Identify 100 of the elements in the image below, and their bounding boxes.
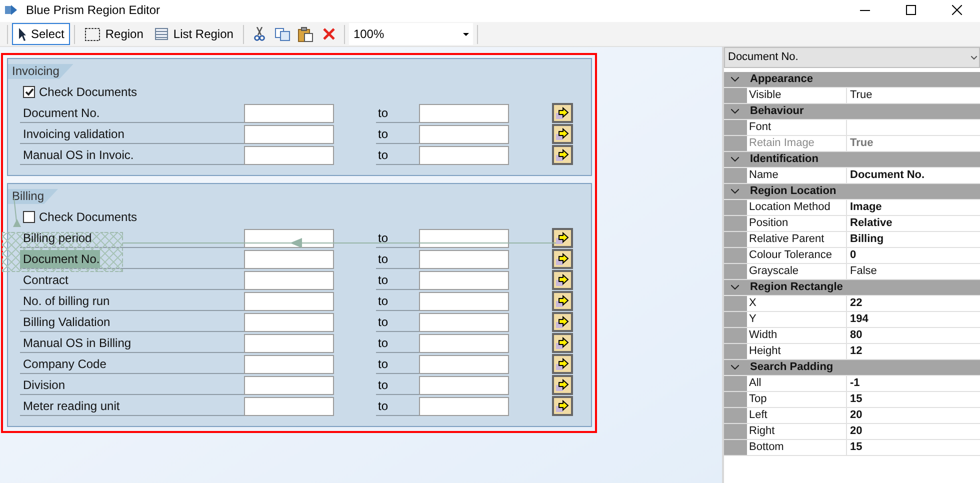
to-input-field[interactable]: [419, 313, 509, 332]
arrow-icon: [556, 252, 569, 266]
row-margin: [724, 424, 747, 439]
property-name: Bottom: [747, 440, 847, 455]
to-input-field[interactable]: [419, 125, 509, 144]
from-input-field[interactable]: [244, 292, 334, 311]
checkbox[interactable]: [23, 211, 35, 223]
multiple-selection-button[interactable]: [552, 145, 573, 165]
row-margin: [724, 408, 747, 423]
zoom-dropdown[interactable]: 100%: [349, 23, 474, 45]
checkbox-label: Check Documents: [39, 84, 138, 101]
object-selector[interactable]: Document No.: [724, 47, 980, 68]
from-input-field[interactable]: [244, 125, 334, 144]
property-value[interactable]: Document No.: [847, 168, 980, 183]
category-row[interactable]: Search Padding: [724, 360, 980, 376]
region-selection[interactable]: [2, 232, 123, 272]
property-value[interactable]: Image: [847, 200, 980, 215]
property-value[interactable]: Billing: [847, 232, 980, 247]
row-margin: [724, 328, 747, 343]
property-value[interactable]: 15: [847, 440, 980, 455]
property-value[interactable]: 20: [847, 408, 980, 423]
property-name: X: [747, 296, 847, 311]
row-margin: [724, 440, 747, 455]
property-value[interactable]: Relative: [847, 216, 980, 231]
maximize-icon[interactable]: [906, 5, 916, 15]
copy-icon: [275, 28, 290, 40]
from-input-field[interactable]: [244, 355, 334, 374]
arrow-icon: [556, 400, 569, 412]
category-row[interactable]: Region Location: [724, 184, 980, 200]
to-input-field[interactable]: [419, 250, 509, 269]
close-icon[interactable]: [952, 5, 962, 15]
dropdown-arrow-icon: [463, 32, 470, 36]
multiple-selection-button[interactable]: [552, 375, 573, 395]
from-input-field[interactable]: [244, 334, 334, 353]
multiple-selection-button[interactable]: [552, 396, 573, 416]
group-title: Invoicing: [8, 64, 74, 79]
multiple-selection-button[interactable]: [552, 249, 573, 269]
category-row[interactable]: Appearance: [724, 72, 980, 88]
property-value[interactable]: 15: [847, 392, 980, 407]
chevron-icon: [731, 157, 739, 162]
category-row[interactable]: Identification: [724, 152, 980, 168]
property-value[interactable]: True: [847, 88, 980, 103]
group-title: Billing: [8, 189, 58, 204]
to-input-field[interactable]: [419, 271, 509, 290]
property-name: Width: [747, 328, 847, 343]
field-label: Invoicing validation: [22, 126, 124, 142]
to-label: to: [377, 230, 388, 246]
checkbox[interactable]: [23, 86, 35, 98]
row-margin: [724, 88, 747, 103]
multiple-selection-button[interactable]: [552, 124, 573, 144]
from-input-field[interactable]: [244, 313, 334, 332]
to-label: to: [377, 334, 388, 352]
multiple-selection-button[interactable]: [552, 103, 573, 123]
property-name: Right: [747, 424, 847, 439]
property-value[interactable]: -1: [847, 376, 980, 391]
from-input-field[interactable]: [244, 271, 334, 290]
multiple-selection-button[interactable]: [552, 291, 573, 311]
from-input-field[interactable]: [244, 229, 334, 248]
row-margin: [724, 344, 747, 359]
property-name: Relative Parent: [747, 232, 847, 247]
dashed-rectangle-icon: [85, 28, 100, 40]
multiple-selection-button[interactable]: [552, 312, 573, 332]
category-row[interactable]: Behaviour: [724, 104, 980, 120]
category-row[interactable]: Region Rectangle: [724, 280, 980, 296]
arrow-icon: [556, 294, 569, 308]
arrow-icon: [556, 336, 569, 350]
chevron-icon: [731, 77, 739, 82]
multiple-selection-button[interactable]: [552, 270, 573, 290]
window-title: Blue Prism Region Editor: [26, 2, 160, 19]
property-name: Height: [747, 344, 847, 359]
to-input-field[interactable]: [419, 376, 509, 395]
property-value[interactable]: 0: [847, 248, 980, 263]
to-input-field[interactable]: [419, 334, 509, 353]
to-input-field[interactable]: [419, 292, 509, 311]
multiple-selection-button[interactable]: [552, 354, 573, 374]
app-icon: [4, 4, 18, 16]
to-input-field[interactable]: [419, 229, 509, 248]
to-input-field[interactable]: [419, 397, 509, 416]
property-value[interactable]: 80: [847, 328, 980, 343]
multiple-selection-button[interactable]: [552, 228, 573, 248]
property-value[interactable]: 12: [847, 344, 980, 359]
to-input-field[interactable]: [419, 146, 509, 165]
property-value[interactable]: 22: [847, 296, 980, 311]
from-input-field[interactable]: [244, 104, 334, 123]
to-input-field[interactable]: [419, 104, 509, 123]
from-input-field[interactable]: [244, 397, 334, 416]
from-input-field[interactable]: [244, 146, 334, 165]
multiple-selection-button[interactable]: [552, 333, 573, 353]
arrow-icon: [556, 378, 569, 392]
property-value[interactable]: 194: [847, 312, 980, 327]
property-value[interactable]: False: [847, 264, 980, 279]
to-input-field[interactable]: [419, 355, 509, 374]
from-input-field[interactable]: [244, 376, 334, 395]
select-tool[interactable]: Select: [12, 23, 70, 45]
from-input-field[interactable]: [244, 250, 334, 269]
field-label: Contract: [22, 272, 68, 288]
property-value[interactable]: 20: [847, 424, 980, 439]
region-tool[interactable]: Region: [79, 23, 150, 45]
list-region-tool[interactable]: List Region: [149, 23, 240, 45]
property-name: Left: [747, 408, 847, 423]
